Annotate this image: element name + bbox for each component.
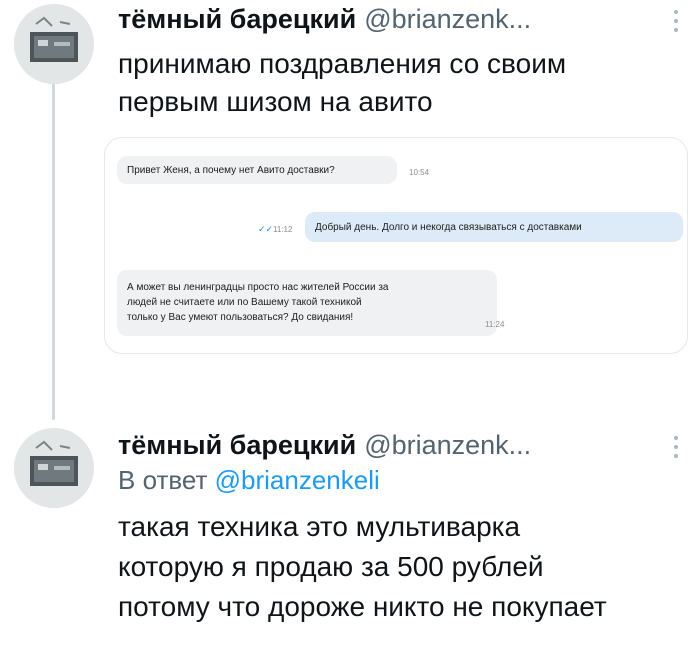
attached-screenshot[interactable]: Привет Женя, а почему нет Авито доставки… [104, 137, 688, 354]
tweet-original: тёмный барецкий @brianzenk... принимаю п… [118, 4, 680, 121]
chat-message-incoming: Привет Женя, а почему нет Авито доставки… [117, 156, 397, 184]
tweet-text-line: такая техника это мультиварка [118, 511, 521, 542]
tweet-header: тёмный барецкий @brianzenk... [118, 430, 680, 461]
reply-prefix: В ответ [118, 465, 208, 495]
avatar[interactable] [14, 428, 94, 508]
tweet-reply: тёмный барецкий @brianzenk... В ответ @b… [118, 430, 680, 627]
tweet-text-line: потому что дороже никто не покупает [118, 591, 607, 622]
avatar-image [14, 4, 94, 84]
display-name[interactable]: тёмный барецкий [118, 430, 356, 461]
chat-message-incoming: А может вы ленинградцы просто нас жителе… [117, 270, 497, 336]
tweet-text-line: первым шизом на авито [118, 86, 433, 117]
display-name[interactable]: тёмный барецкий [118, 4, 356, 35]
avatar[interactable] [14, 4, 94, 84]
tweet-text-line: которую я продаю за 500 рублей [118, 551, 544, 582]
chat-message-time: 11:12 [273, 225, 293, 234]
chat-message-outgoing: Добрый день. Долго и некогда связываться… [305, 212, 683, 242]
tweet-text-line: принимаю поздравления со своим [118, 48, 567, 79]
user-handle[interactable]: @brianzenk... [364, 4, 531, 35]
user-handle[interactable]: @brianzenk... [364, 430, 531, 461]
chat-message-text: Добрый день. Долго и некогда связываться… [315, 222, 582, 233]
avatar-image [14, 428, 94, 508]
more-options-icon[interactable] [672, 10, 680, 36]
tweet-text: принимаю поздравления со своим первым ши… [118, 45, 680, 121]
thread-connector-line [52, 82, 55, 420]
double-check-icon: ✓✓ [258, 224, 274, 234]
tweet-header: тёмный барецкий @brianzenk... [118, 4, 680, 35]
reply-handle-link[interactable]: @brianzenkeli [215, 465, 380, 495]
reply-context: В ответ @brianzenkeli [118, 463, 680, 497]
chat-message-time: 10:54 [409, 168, 430, 177]
chat-message-time: 11:24 [485, 320, 505, 329]
chat-message-text: Привет Женя, а почему нет Авито доставки… [127, 165, 335, 176]
chat-message-text-line: людей не считаете или по Вашему такой те… [127, 297, 362, 308]
chat-message-text-line: А может вы ленинградцы просто нас жителе… [127, 282, 389, 293]
tweet-text: такая техника это мультиварка которую я … [118, 507, 680, 627]
chat-message-text-line: только у Вас умеют пользоваться? До свид… [127, 312, 354, 323]
more-options-icon[interactable] [672, 436, 680, 462]
